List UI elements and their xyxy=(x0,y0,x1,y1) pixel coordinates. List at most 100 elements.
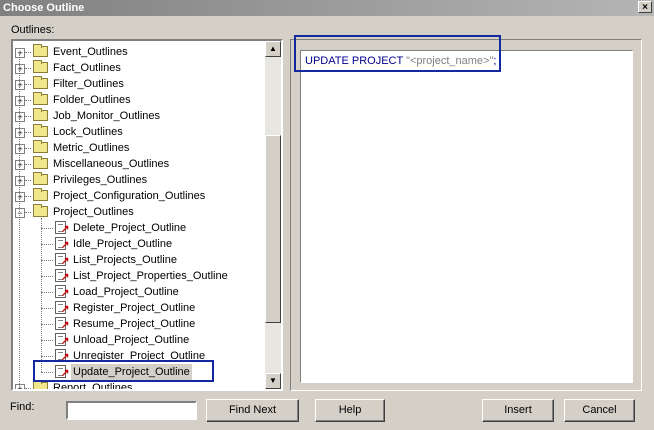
expand-icon[interactable]: + xyxy=(15,112,25,122)
tree-folder-row[interactable]: + Fact_Outlines xyxy=(13,60,265,76)
tree-connector xyxy=(25,148,31,149)
expand-icon[interactable]: + xyxy=(15,96,25,106)
expand-icon[interactable]: + xyxy=(15,144,25,154)
script-outline-icon xyxy=(55,349,69,363)
tree-folder-label: Report_Outlines xyxy=(53,382,133,391)
tree-folder-row[interactable]: + Job_Monitor_Outlines xyxy=(13,108,265,124)
tree-connector xyxy=(41,292,53,293)
tree-outline-label: Delete_Project_Outline xyxy=(73,222,187,234)
find-input[interactable] xyxy=(66,401,197,420)
tree-folder-label: Job_Monitor_Outlines xyxy=(53,110,161,122)
tree-scrollbar[interactable]: ▲ ▼ xyxy=(265,41,281,389)
script-terminator: ; xyxy=(493,55,497,67)
expand-icon[interactable]: + xyxy=(15,64,25,74)
outlines-label: Outlines: xyxy=(11,24,55,36)
tree-folder-row[interactable]: + Project_Configuration_Outlines xyxy=(13,188,265,204)
outline-tree[interactable]: + Event_Outlines + Fact_Outlines + Filter_Out… xyxy=(11,39,283,391)
tree-outline-label: Unload_Project_Outline xyxy=(73,334,190,346)
tree-folder-label: Event_Outlines xyxy=(53,46,128,58)
tree-connector xyxy=(25,388,31,389)
tree-connector xyxy=(41,340,53,341)
insert-button[interactable]: Insert xyxy=(482,399,554,422)
tree-connector xyxy=(25,212,31,213)
folder-icon xyxy=(33,140,48,153)
window-title: Choose Outline xyxy=(3,2,85,14)
tree-connector xyxy=(41,308,53,309)
folder-icon xyxy=(33,156,48,169)
tree-folder-row[interactable]: + Filter_Outlines xyxy=(13,76,265,92)
help-button[interactable]: Help xyxy=(315,399,385,422)
tree-folder-label: Privileges_Outlines xyxy=(53,174,148,186)
tree-outline-row[interactable]: Load_Project_Outline xyxy=(13,284,265,300)
script-outline-icon xyxy=(55,221,69,235)
tree-outline-row[interactable]: Update_Project_Outline xyxy=(13,364,265,380)
scroll-thumb[interactable] xyxy=(265,135,281,323)
tree-connector xyxy=(25,196,31,197)
tree-outline-row[interactable]: Idle_Project_Outline xyxy=(13,236,265,252)
expand-icon[interactable]: + xyxy=(15,176,25,186)
tree-connector xyxy=(25,52,31,53)
expand-icon[interactable]: + xyxy=(15,384,25,389)
expand-icon[interactable]: + xyxy=(15,160,25,170)
script-outline-icon xyxy=(55,317,69,331)
expand-icon[interactable]: + xyxy=(15,80,25,90)
folder-icon xyxy=(33,108,48,121)
cancel-button[interactable]: Cancel xyxy=(564,399,635,422)
tree-outline-label: Unregister_Project_Outline xyxy=(73,350,206,362)
tree-outline-label: Update_Project_Outline xyxy=(71,364,192,380)
folder-icon xyxy=(33,380,48,389)
tree-outline-row[interactable]: Resume_Project_Outline xyxy=(13,316,265,332)
scroll-down-button[interactable]: ▼ xyxy=(265,373,281,389)
find-next-button[interactable]: Find Next xyxy=(206,399,299,422)
scroll-up-button[interactable]: ▲ xyxy=(265,41,281,57)
script-text: UPDATE PROJECT "<project_name>"; xyxy=(305,55,496,67)
tree-folder-row[interactable]: + Event_Outlines xyxy=(13,44,265,60)
script-outline-icon xyxy=(55,237,69,251)
tree-connector xyxy=(25,100,31,101)
tree-outline-label: List_Projects_Outline xyxy=(73,254,177,266)
tree-connector xyxy=(25,164,31,165)
script-outline-icon xyxy=(55,269,69,283)
tree-outline-row[interactable]: Register_Project_Outline xyxy=(13,300,265,316)
expand-icon[interactable]: + xyxy=(15,48,25,58)
tree-folder-row[interactable]: + Miscellaneous_Outlines xyxy=(13,156,265,172)
tree-outline-row[interactable]: Delete_Project_Outline xyxy=(13,220,265,236)
folder-icon xyxy=(33,60,48,73)
tree-folder-row[interactable]: + Folder_Outlines xyxy=(13,92,265,108)
script-editor[interactable]: UPDATE PROJECT "<project_name>"; xyxy=(300,50,633,383)
tree-connector xyxy=(41,276,53,277)
tree-folder-label: Project_Outlines xyxy=(53,206,134,218)
tree-connector xyxy=(41,260,53,261)
folder-icon xyxy=(33,92,48,105)
title-bar: Choose Outline × xyxy=(0,0,654,16)
folder-icon xyxy=(33,44,48,57)
tree-folder-row[interactable]: + Privileges_Outlines xyxy=(13,172,265,188)
tree-folder-row[interactable]: + Metric_Outlines xyxy=(13,140,265,156)
find-label: Find: xyxy=(10,401,35,413)
tree-connector xyxy=(41,372,53,373)
tree-folder-label: Metric_Outlines xyxy=(53,142,130,154)
script-string: "<project_name>" xyxy=(406,55,494,67)
folder-icon xyxy=(33,188,48,201)
tree-outline-row[interactable]: List_Projects_Outline xyxy=(13,252,265,268)
tree-connector xyxy=(41,324,53,325)
tree-connector xyxy=(25,116,31,117)
tree-connector xyxy=(25,132,31,133)
tree-folder-row[interactable]: − Project_Outlines xyxy=(13,204,265,220)
tree-connector xyxy=(41,218,42,372)
tree-outline-row[interactable]: List_Project_Properties_Outline xyxy=(13,268,265,284)
tree-folder-row[interactable]: + Report_Outlines xyxy=(13,380,265,391)
close-button[interactable]: × xyxy=(638,1,652,13)
tree-outline-row[interactable]: Unload_Project_Outline xyxy=(13,332,265,348)
tree-outline-row[interactable]: Unregister_Project_Outline xyxy=(13,348,265,364)
expand-icon[interactable]: + xyxy=(15,128,25,138)
tree-connector xyxy=(25,180,31,181)
script-outline-icon xyxy=(55,301,69,315)
collapse-icon[interactable]: − xyxy=(15,208,25,218)
tree-folder-label: Miscellaneous_Outlines xyxy=(53,158,170,170)
tree-folder-label: Fact_Outlines xyxy=(53,62,121,74)
expand-icon[interactable]: + xyxy=(15,192,25,202)
tree-outline-label: Load_Project_Outline xyxy=(73,286,179,298)
tree-connector xyxy=(41,244,53,245)
tree-folder-row[interactable]: + Lock_Outlines xyxy=(13,124,265,140)
